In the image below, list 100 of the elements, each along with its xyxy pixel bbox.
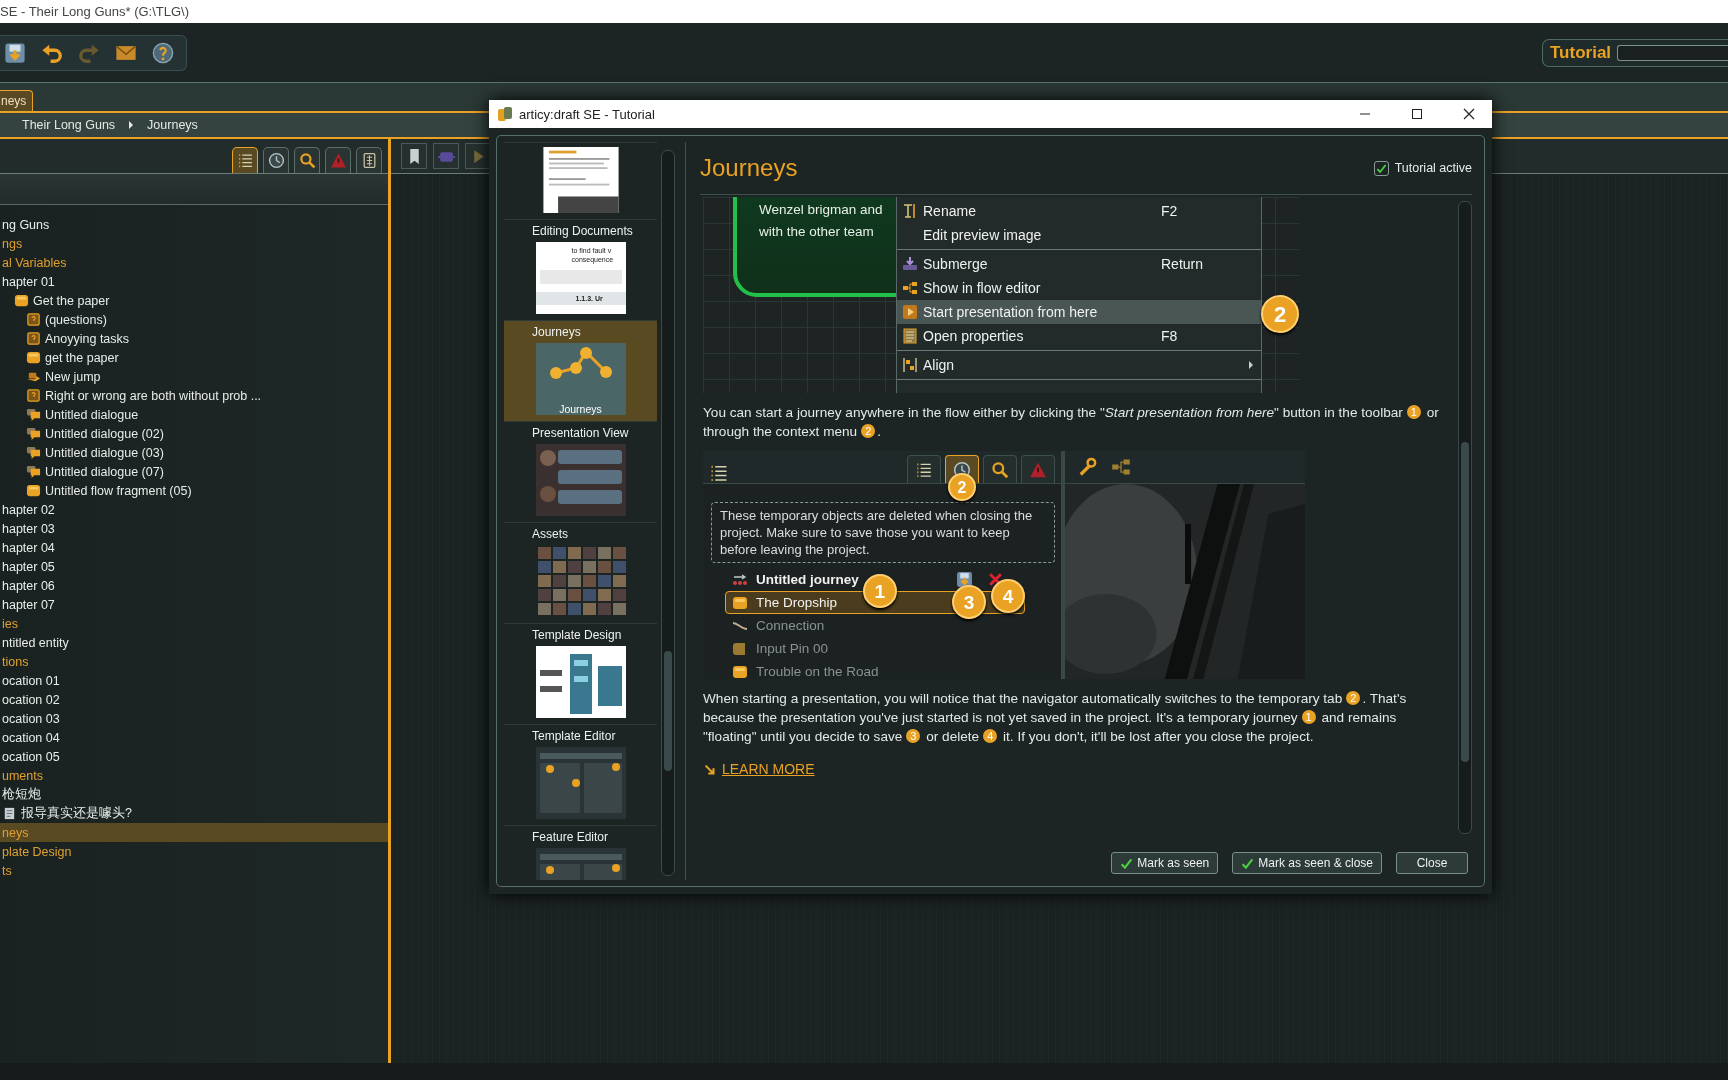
- dialog-button[interactable]: Mark as seen & close: [1232, 852, 1382, 874]
- tree-item[interactable]: ocation 03: [0, 709, 388, 728]
- tree-item[interactable]: ocation 04: [0, 728, 388, 747]
- tree-item[interactable]: New jump: [0, 367, 388, 386]
- tree-item[interactable]: hapter 07: [0, 595, 388, 614]
- tree-item[interactable]: ies: [0, 614, 388, 633]
- navigator-tab[interactable]: [232, 147, 258, 173]
- tree-item[interactable]: ocation 02: [0, 690, 388, 709]
- tree-item[interactable]: hapter 02: [0, 500, 388, 519]
- menu-item[interactable]: Start presentation from here: [897, 300, 1261, 324]
- tree-item[interactable]: Untitled dialogue (02): [0, 424, 388, 443]
- dialog-button[interactable]: Mark as seen: [1111, 852, 1219, 874]
- menu-item[interactable]: Open properties F8: [897, 324, 1261, 348]
- dialog-button[interactable]: Close: [1396, 852, 1468, 874]
- question-icon: [26, 312, 41, 327]
- tree-item[interactable]: ngs: [0, 234, 388, 253]
- help-icon: [152, 41, 174, 64]
- app-icon: [497, 106, 513, 122]
- navigator-tab[interactable]: [983, 455, 1017, 483]
- tree-item[interactable]: get the paper: [0, 348, 388, 367]
- paragraph: You can start a journey anywhere in the flow either by clicking the "Start presentation from here" button in the toolbar 1 or through the context menu 2 .: [703, 404, 1440, 441]
- menu-item[interactable]: Show in flow editor: [897, 276, 1261, 300]
- tree-item[interactable]: Anoyying tasks: [0, 329, 388, 348]
- window-title: SE - Their Long Guns* (G:\TLG\): [0, 4, 190, 19]
- tree-item[interactable]: ocation 01: [0, 671, 388, 690]
- tree-item[interactable]: tions: [0, 652, 388, 671]
- topic-item[interactable]: Feature Editor: [504, 825, 657, 880]
- tree-item[interactable]: neys: [0, 823, 388, 842]
- speech-bubble-icon: [26, 407, 41, 422]
- tree-item: Trouble on the Road: [725, 660, 1025, 679]
- tree-item[interactable]: hapter 05: [0, 557, 388, 576]
- question-icon: [26, 331, 41, 346]
- tree-item[interactable]: hapter 04: [0, 538, 388, 557]
- topic-item[interactable]: Template Editor: [504, 724, 657, 825]
- tree-item[interactable]: Right or wrong are both without prob ...: [0, 386, 388, 405]
- scrollbar[interactable]: [1458, 201, 1472, 834]
- tree-item[interactable]: ts: [0, 861, 388, 880]
- breadcrumb-item[interactable]: Journeys: [147, 118, 198, 132]
- list-icon: [915, 460, 933, 479]
- learn-more-link[interactable]: LEARN MORE: [703, 760, 815, 779]
- question-icon: [26, 388, 41, 403]
- flow-icon: [902, 280, 918, 296]
- tree-item[interactable]: Untitled dialogue (07): [0, 462, 388, 481]
- chevron-icon: [129, 121, 134, 129]
- menu-item[interactable]: Rename F2: [897, 199, 1261, 223]
- tree-item[interactable]: hapter 01: [0, 272, 388, 291]
- tree-item[interactable]: Untitled flow fragment (05): [0, 481, 388, 500]
- block-icon: [26, 483, 41, 498]
- tree-item[interactable]: ng Guns: [0, 215, 388, 234]
- tree-item[interactable]: hapter 03: [0, 519, 388, 538]
- document-tab[interactable]: neys: [0, 90, 34, 111]
- dialog-title: articy:draft SE - Tutorial: [519, 106, 655, 122]
- callout-badge: 1: [862, 574, 897, 608]
- topic-item[interactable]: Presentation View: [504, 421, 657, 522]
- topic-item[interactable]: Template Design: [504, 623, 657, 724]
- arrow-icon: [703, 762, 717, 777]
- thumbnail: Journeys: [535, 343, 626, 415]
- block-icon: [732, 594, 748, 611]
- block-icon: [732, 663, 748, 679]
- navigator-tab[interactable]: [356, 147, 382, 173]
- callout-badge: 2: [948, 473, 976, 501]
- search-icon: [991, 460, 1009, 479]
- tutorial-active-checkbox[interactable]: Tutorial active: [1373, 160, 1472, 176]
- callout-badge: 3: [952, 585, 986, 619]
- tree-item[interactable]: ocation 05: [0, 747, 388, 766]
- tree-item[interactable]: ntitled entity: [0, 633, 388, 652]
- tree-item[interactable]: Untitled dialogue (03): [0, 443, 388, 462]
- close-icon: [1463, 108, 1475, 120]
- menu-item[interactable]: Align: [897, 353, 1261, 377]
- navigator-tab[interactable]: [907, 455, 941, 483]
- tooltip: These temporary objects are deleted when closing the project. Make sure to save those you want to keep before leaving the project.: [711, 502, 1055, 563]
- menu-item[interactable]: Edit preview image: [897, 223, 1261, 247]
- tree-item[interactable]: Untitled dialogue: [0, 405, 388, 424]
- navigator-tab[interactable]: [263, 147, 289, 173]
- speech-bubble-icon: [26, 445, 41, 460]
- topic-item[interactable]: Journeys Journeys: [504, 320, 657, 421]
- topic-item[interactable]: Assets: [504, 522, 657, 623]
- tree-item: Input Pin 00: [725, 637, 1025, 660]
- properties-icon: [902, 328, 918, 344]
- document-icon: [2, 806, 17, 821]
- pin-icon: [732, 640, 748, 657]
- menu-item[interactable]: Submerge Return: [897, 252, 1261, 276]
- tree-item[interactable]: 枪短炮: [0, 785, 388, 804]
- tutorial-label: Tutorial: [1550, 42, 1612, 63]
- tree-item[interactable]: al Variables: [0, 253, 388, 272]
- tree-item[interactable]: plate Design: [0, 842, 388, 861]
- tree-item[interactable]: uments: [0, 766, 388, 785]
- presentation-icon: [902, 304, 918, 320]
- tree-item[interactable]: Get the paper: [0, 291, 388, 310]
- tree-item[interactable]: 报导真实还是噱头?: [0, 804, 388, 823]
- align-icon: [902, 357, 918, 373]
- tree-item[interactable]: (questions): [0, 310, 388, 329]
- breadcrumb-item[interactable]: Their Long Guns: [22, 118, 116, 132]
- speech-bubble-icon: [26, 464, 41, 479]
- editor-tool[interactable]: [401, 143, 427, 169]
- navigator-tab[interactable]: [294, 147, 320, 173]
- tree-icon: [1111, 457, 1131, 477]
- warning-icon: [329, 152, 347, 169]
- scrollbar[interactable]: [661, 150, 675, 876]
- tree-item[interactable]: hapter 06: [0, 576, 388, 595]
